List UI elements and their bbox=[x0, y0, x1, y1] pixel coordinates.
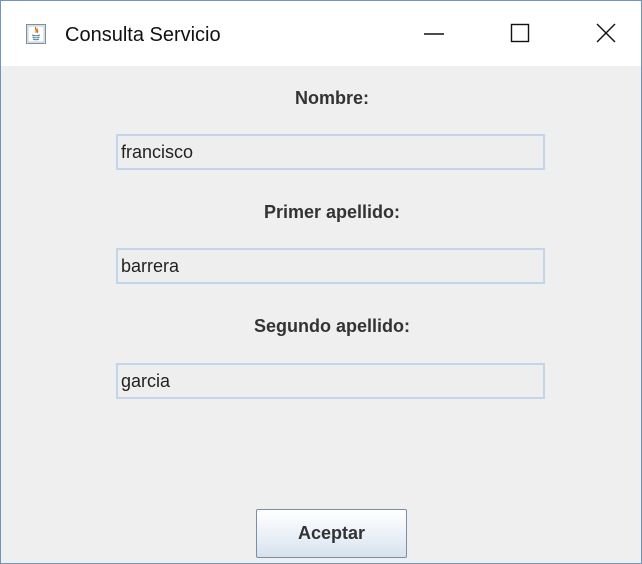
nombre-field[interactable] bbox=[116, 134, 545, 170]
primer-apellido-label: Primer apellido: bbox=[263, 202, 401, 222]
minimize-button[interactable] bbox=[411, 13, 457, 53]
aceptar-button[interactable]: Aceptar bbox=[256, 509, 407, 558]
minimize-icon bbox=[424, 23, 444, 43]
java-icon[interactable] bbox=[26, 24, 46, 44]
window-title: Consulta Servicio bbox=[65, 24, 221, 46]
primer-apellido-field[interactable] bbox=[116, 248, 545, 284]
segundo-apellido-field[interactable] bbox=[116, 363, 545, 399]
close-icon bbox=[596, 23, 616, 43]
close-button[interactable] bbox=[583, 13, 629, 53]
consulta-servicio-window: Consulta Servicio Nombre: francisco Prim… bbox=[0, 0, 642, 564]
title-bar[interactable]: Consulta Servicio bbox=[1, 1, 641, 66]
segundo-apellido-label: Segundo apellido: bbox=[254, 316, 410, 336]
maximize-button[interactable] bbox=[497, 13, 543, 53]
maximize-icon bbox=[510, 23, 530, 43]
nombre-label: Nombre: bbox=[294, 88, 369, 108]
